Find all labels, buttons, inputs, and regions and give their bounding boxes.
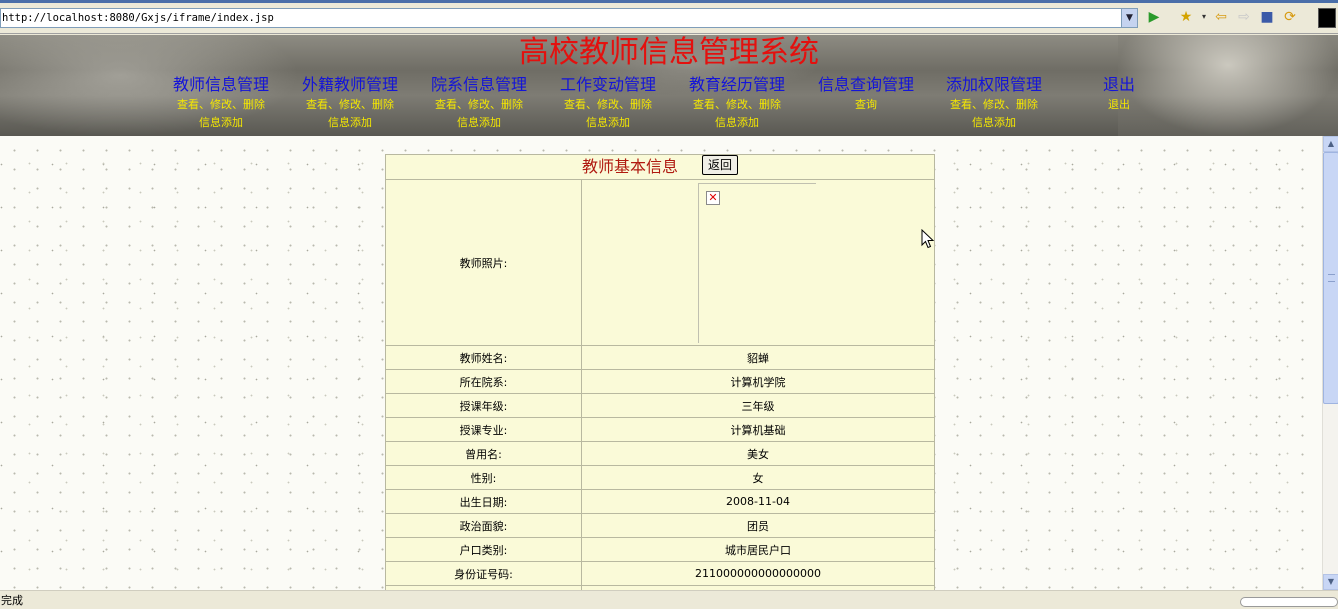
menu-work-change-link[interactable]: 工作变动管理 bbox=[543, 74, 673, 96]
status-text: 完成 bbox=[1, 594, 23, 607]
menu-education-view-link[interactable]: 查看、修改、删除 bbox=[672, 96, 802, 114]
menu-logout: 退出 退出 bbox=[1054, 74, 1184, 114]
field-label-birthdate: 出生日期: bbox=[385, 489, 582, 514]
scroll-down-icon[interactable]: ▼ bbox=[1323, 574, 1338, 590]
mouse-cursor-icon bbox=[921, 229, 935, 249]
field-label-name: 教师姓名: bbox=[385, 345, 582, 370]
field-value-household-type: 城市居民户口 bbox=[581, 537, 935, 562]
field-label-former-name: 曾用名: bbox=[385, 441, 582, 466]
menu-logout-link[interactable]: 退出 bbox=[1054, 74, 1184, 96]
menu-teacher-info-add-link[interactable]: 信息添加 bbox=[156, 114, 286, 132]
system-title: 高校教师信息管理系统 bbox=[0, 36, 1338, 70]
url-dropdown-button[interactable]: ▼ bbox=[1121, 9, 1137, 27]
toolbar-black-widget[interactable] bbox=[1318, 8, 1336, 28]
field-value-grade: 三年级 bbox=[581, 393, 935, 418]
menu-department: 院系信息管理 查看、修改、删除 信息添加 bbox=[414, 74, 544, 132]
field-value-former-name: 美女 bbox=[581, 441, 935, 466]
stop-icon[interactable]: ■ bbox=[1259, 9, 1275, 25]
field-value-name: 貂蝉 bbox=[581, 345, 935, 370]
menu-foreign-teacher-add-link[interactable]: 信息添加 bbox=[285, 114, 415, 132]
menu-query-search-link[interactable]: 查询 bbox=[801, 96, 931, 114]
scrollbar-grip bbox=[1328, 274, 1335, 282]
favorites-icon[interactable]: ★ bbox=[1178, 9, 1194, 25]
field-value-id-number: 211000000000000000 bbox=[581, 561, 935, 586]
table-row: 所在院系: 计算机学院 bbox=[385, 369, 935, 394]
teacher-info-table: 教师基本信息 返回 教师照片: ✕ 教师姓名: 貂蝉 所在院系: 计算机学院 授… bbox=[385, 154, 935, 590]
table-row: 授课年级: 三年级 bbox=[385, 393, 935, 418]
menu-teacher-info: 教师信息管理 查看、修改、删除 信息添加 bbox=[156, 74, 286, 132]
menu-teacher-info-link[interactable]: 教师信息管理 bbox=[156, 74, 286, 96]
photo-label: 教师照片: bbox=[385, 179, 582, 346]
field-value-department: 计算机学院 bbox=[581, 369, 935, 394]
table-row: 性别: 女 bbox=[385, 465, 935, 490]
address-toolbar: http://localhost:8080/Gxjs/iframe/index.… bbox=[0, 0, 1338, 34]
menu-department-link[interactable]: 院系信息管理 bbox=[414, 74, 544, 96]
menu-work-change-add-link[interactable]: 信息添加 bbox=[543, 114, 673, 132]
favorites-dropdown-icon[interactable]: ▾ bbox=[1196, 9, 1212, 25]
back-button[interactable]: 返回 bbox=[702, 155, 739, 175]
field-value-political-status: 团员 bbox=[581, 513, 935, 538]
menu-education-link[interactable]: 教育经历管理 bbox=[672, 74, 802, 96]
table-row: 出生日期: 2008-11-04 bbox=[385, 489, 935, 514]
table-row: 政治面貌: 团员 bbox=[385, 513, 935, 538]
menu-query-link[interactable]: 信息查询管理 bbox=[801, 74, 931, 96]
field-label-department: 所在院系: bbox=[385, 369, 582, 394]
field-value-major: 计算机基础 bbox=[581, 417, 935, 442]
status-bar: 完成 bbox=[0, 590, 1338, 609]
table-header-cell: 教师基本信息 返回 bbox=[385, 154, 935, 180]
menu-department-view-link[interactable]: 查看、修改、删除 bbox=[414, 96, 544, 114]
table-row: 授课专业: 计算机基础 bbox=[385, 417, 935, 442]
system-title-text: 高校教师信息管理系统 bbox=[519, 35, 819, 70]
field-label-political-status: 政治面貌: bbox=[385, 513, 582, 538]
menu-foreign-teacher-link[interactable]: 外籍教师管理 bbox=[285, 74, 415, 96]
menu-permission-view-link[interactable]: 查看、修改、删除 bbox=[929, 96, 1059, 114]
go-icon[interactable]: ▶ bbox=[1146, 9, 1162, 25]
menu-permission-add-link[interactable]: 信息添加 bbox=[929, 114, 1059, 132]
menu-logout-sub-link[interactable]: 退出 bbox=[1054, 96, 1184, 114]
field-label-id-number: 身份证号码: bbox=[385, 561, 582, 586]
field-value-gender: 女 bbox=[581, 465, 935, 490]
scroll-up-icon[interactable]: ▲ bbox=[1323, 136, 1338, 152]
section-title: 教师基本信息 bbox=[581, 157, 678, 176]
menu-work-change-view-link[interactable]: 查看、修改、删除 bbox=[543, 96, 673, 114]
teacher-photo: ✕ bbox=[698, 182, 816, 343]
field-label-major: 授课专业: bbox=[385, 417, 582, 442]
table-row: 曾用名: 美女 bbox=[385, 441, 935, 466]
broken-image-icon: ✕ bbox=[706, 190, 720, 205]
url-input[interactable]: http://localhost:8080/Gxjs/iframe/index.… bbox=[0, 8, 1138, 28]
table-header-row: 教师基本信息 返回 bbox=[385, 154, 935, 180]
vertical-scrollbar[interactable]: ▲ ▼ bbox=[1322, 136, 1338, 590]
menu-permission: 添加权限管理 查看、修改、删除 信息添加 bbox=[929, 74, 1059, 132]
title-bar-edge bbox=[0, 0, 1338, 3]
menu-permission-link[interactable]: 添加权限管理 bbox=[929, 74, 1059, 96]
menu-work-change: 工作变动管理 查看、修改、删除 信息添加 bbox=[543, 74, 673, 132]
menu-foreign-teacher-view-link[interactable]: 查看、修改、删除 bbox=[285, 96, 415, 114]
content-frame: 教师基本信息 返回 教师照片: ✕ 教师姓名: 貂蝉 所在院系: 计算机学院 授… bbox=[0, 136, 1322, 590]
menu-foreign-teacher: 外籍教师管理 查看、修改、删除 信息添加 bbox=[285, 74, 415, 132]
browser-window: http://localhost:8080/Gxjs/iframe/index.… bbox=[0, 0, 1338, 609]
field-label-gender: 性别: bbox=[385, 465, 582, 490]
menu-query: 信息查询管理 查询 bbox=[801, 74, 931, 114]
menu-department-add-link[interactable]: 信息添加 bbox=[414, 114, 544, 132]
forward-icon[interactable]: ⇨ bbox=[1236, 9, 1252, 25]
photo-cell: ✕ bbox=[581, 179, 935, 346]
menu-education: 教育经历管理 查看、修改、删除 信息添加 bbox=[672, 74, 802, 132]
scrollbar-thumb[interactable] bbox=[1323, 152, 1338, 404]
refresh-icon[interactable]: ⟳ bbox=[1282, 9, 1298, 25]
menu-education-add-link[interactable]: 信息添加 bbox=[672, 114, 802, 132]
photo-frame: ✕ bbox=[582, 182, 934, 343]
menu-teacher-info-view-link[interactable]: 查看、修改、删除 bbox=[156, 96, 286, 114]
field-value-birthdate: 2008-11-04 bbox=[581, 489, 935, 514]
field-label-grade: 授课年级: bbox=[385, 393, 582, 418]
back-icon[interactable]: ⇦ bbox=[1213, 9, 1229, 25]
field-label-household-type: 户口类别: bbox=[385, 537, 582, 562]
table-row: 教师姓名: 貂蝉 bbox=[385, 345, 935, 370]
table-row: 户口类别: 城市居民户口 bbox=[385, 537, 935, 562]
status-progress-bar bbox=[1240, 597, 1338, 607]
photo-row: 教师照片: ✕ bbox=[385, 179, 935, 346]
table-row: 身份证号码: 211000000000000000 bbox=[385, 561, 935, 586]
